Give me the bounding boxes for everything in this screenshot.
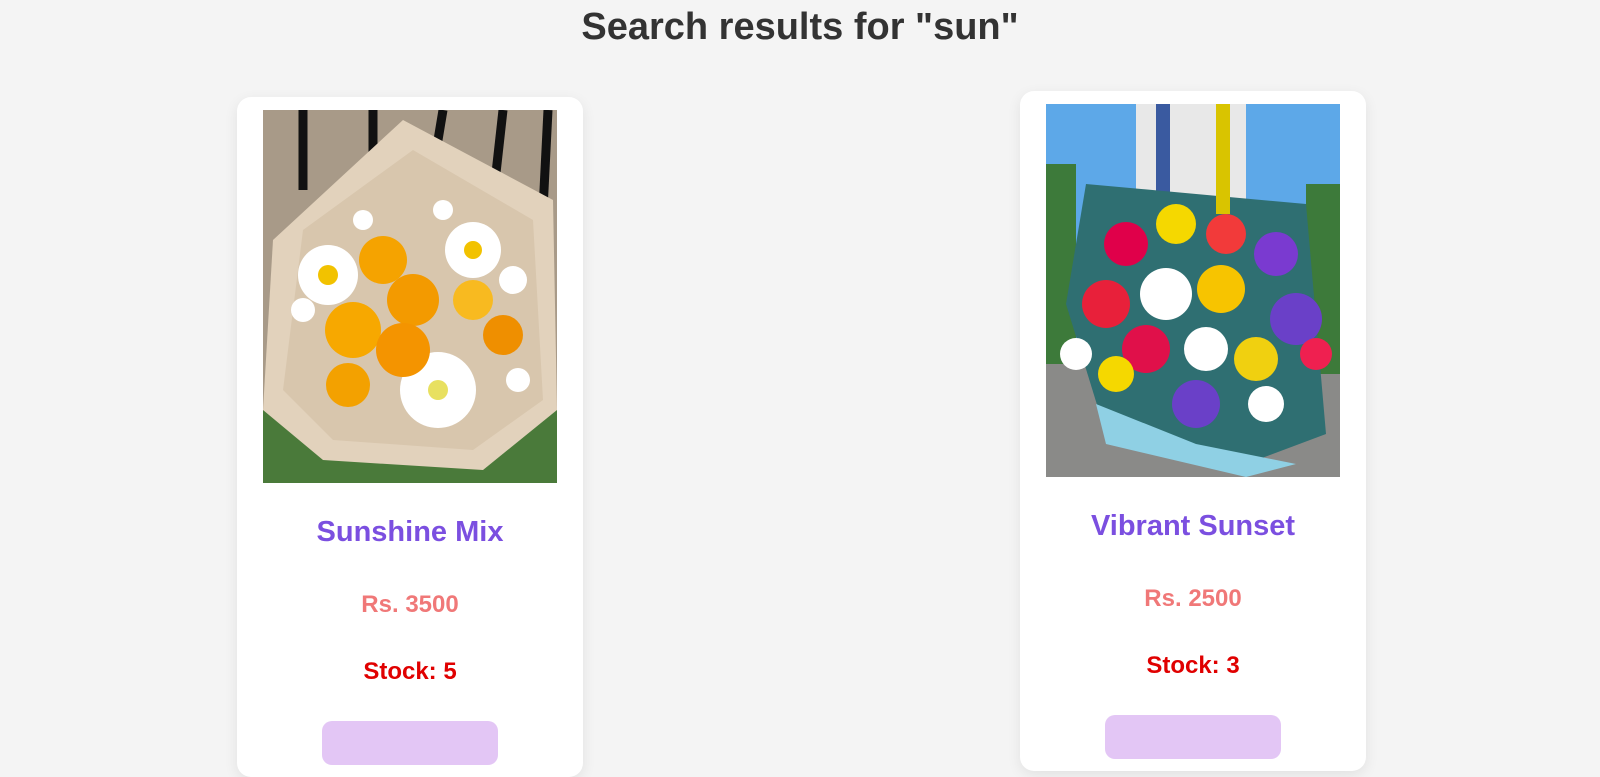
product-stock: Stock: 3 bbox=[1146, 652, 1240, 679]
add-to-cart-button[interactable] bbox=[1105, 715, 1281, 759]
product-card-sunshine-mix: Sunshine Mix Rs. 3500 Stock: 5 bbox=[237, 97, 583, 777]
product-price: Rs. 2500 bbox=[1144, 585, 1242, 612]
product-stock: Stock: 5 bbox=[363, 658, 457, 685]
product-image[interactable] bbox=[263, 110, 557, 483]
add-to-cart-button[interactable] bbox=[322, 721, 498, 765]
product-price: Rs. 3500 bbox=[361, 591, 459, 618]
page-title: Search results for "sun" bbox=[581, 6, 1019, 48]
product-name[interactable]: Vibrant Sunset bbox=[1020, 509, 1366, 543]
product-card-vibrant-sunset: Vibrant Sunset Rs. 2500 Stock: 3 bbox=[1020, 91, 1366, 771]
product-name[interactable]: Sunshine Mix bbox=[237, 515, 583, 549]
product-image[interactable] bbox=[1046, 104, 1340, 477]
